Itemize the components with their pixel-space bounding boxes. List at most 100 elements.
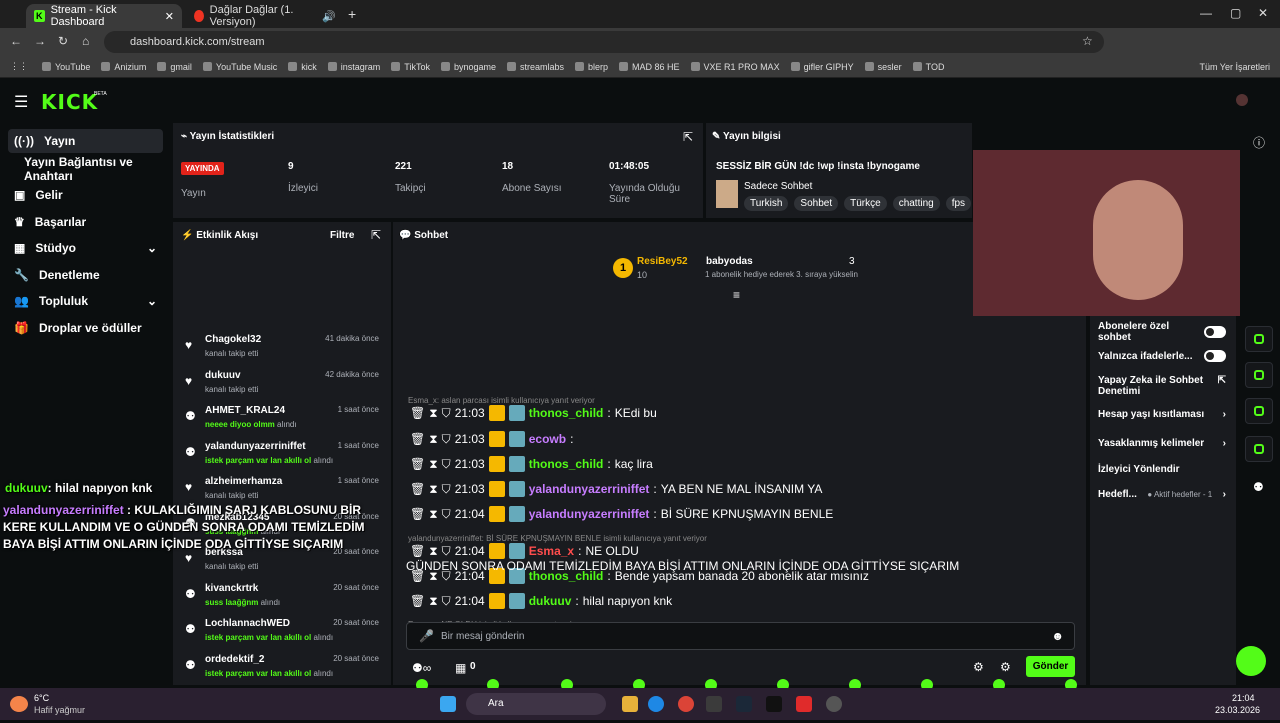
url-field[interactable]: dashboard.kick.com/stream [104, 31, 1104, 53]
app-icon[interactable] [706, 696, 722, 712]
timeout-icon[interactable]: ⧗ [429, 482, 437, 497]
viewer-redirect[interactable]: İzleyici Yönlendir [1098, 464, 1226, 475]
bookmark-item[interactable]: instagram [327, 62, 380, 72]
bookmark-item[interactable]: YouTube [42, 62, 90, 72]
bookmark-item[interactable]: streamlabs [507, 62, 564, 72]
delete-icon[interactable]: 🗑 [410, 482, 425, 496]
delete-icon[interactable]: 🗑 [410, 406, 425, 420]
ai-moderation[interactable]: Yapay Zeka ile Sohbet Denetimi ⇱ [1098, 375, 1226, 397]
broadcast-view-button[interactable] [1245, 362, 1273, 388]
start-icon[interactable] [440, 696, 456, 712]
close-icon[interactable]: ✕ [165, 10, 174, 23]
chat-username[interactable]: yalandunyazerriniffet [529, 507, 650, 521]
goals-item[interactable]: Hedefl... ● Aktif hedefler - 1 › [1098, 489, 1226, 500]
tag[interactable]: fps [945, 196, 972, 211]
sub-only-toggle[interactable]: Abonelere özel sohbet [1098, 321, 1226, 343]
shield-icon[interactable]: ⛉ [442, 507, 451, 522]
tab-kick-dashboard[interactable]: K Stream - Kick Dashboard ✕ [26, 4, 182, 28]
toggle[interactable] [1204, 326, 1226, 338]
shield-icon[interactable]: ⛉ [442, 406, 451, 421]
timeout-icon[interactable]: ⧗ [429, 507, 437, 522]
shield-icon[interactable]: ⛉ [442, 594, 451, 609]
sidebar-item-studyo[interactable]: ▦ Stüdyo ⌄ [8, 236, 163, 260]
back-icon[interactable]: ← [10, 34, 22, 48]
apps-icon[interactable]: ⋮⋮ [10, 61, 28, 72]
account-age[interactable]: Hesap yaşı kısıtlaması › [1098, 409, 1226, 420]
tag[interactable]: chatting [892, 196, 940, 211]
delete-icon[interactable]: 🗑 [410, 594, 425, 608]
chat-username[interactable]: thonos_child [529, 457, 604, 471]
emoji-icon[interactable]: ☻ [1051, 629, 1064, 643]
timeout-icon[interactable]: ⧗ [429, 457, 437, 472]
bookmark-item[interactable]: blerp [575, 62, 608, 72]
star-icon[interactable]: ☆ [1082, 34, 1093, 48]
window-close-icon[interactable]: ✕ [1258, 6, 1268, 20]
bookmark-item[interactable]: Anizium [101, 62, 146, 72]
tag[interactable]: Sohbet [794, 196, 839, 211]
tab-youtube-music[interactable]: Dağlar Dağlar (1. Versiyon) 🔊 [186, 4, 344, 28]
chat-username[interactable]: dukuuv [529, 594, 572, 608]
new-tab-icon[interactable]: + [348, 6, 356, 22]
home-icon[interactable]: ⌂ [82, 34, 89, 48]
shield-icon[interactable]: ⛉ [442, 457, 451, 472]
bookmark-item[interactable]: bynogame [440, 62, 496, 72]
info-icon[interactable]: ⓘ [1253, 134, 1265, 151]
obs-icon[interactable] [826, 696, 842, 712]
explorer-icon[interactable] [622, 696, 638, 712]
expand-icon[interactable]: ≡ [733, 288, 740, 302]
bookmark-item[interactable]: VXE R1 PRO MAX [690, 62, 780, 72]
popout-icon[interactable]: ⇱ [683, 130, 693, 144]
all-bookmarks[interactable]: Tüm Yer İşaretleri [1199, 62, 1270, 72]
search-box[interactable]: Ara [466, 693, 606, 715]
banned-words[interactable]: Yasaklanmış kelimeler › [1098, 438, 1226, 449]
bookmark-item[interactable]: TOD [912, 62, 944, 72]
more-icon[interactable]: ⚉ [1253, 480, 1264, 494]
maximize-icon[interactable]: ▢ [1230, 6, 1241, 20]
sidebar-item-droplar[interactable]: 🎁 Droplar ve ödüller [8, 316, 163, 340]
menu-icon[interactable]: ☰ [14, 92, 28, 112]
toggle[interactable] [1204, 350, 1226, 362]
bookmark-item[interactable]: MAD 86 HE [619, 62, 680, 72]
help-button[interactable] [1236, 646, 1266, 676]
timeout-icon[interactable]: ⧗ [429, 544, 437, 559]
sidebar-item-denetleme[interactable]: 🔧 Denetleme [8, 263, 163, 287]
shield-icon[interactable]: ⛉ [442, 544, 451, 559]
steam-icon[interactable] [736, 696, 752, 712]
sidebar-item-topluluk[interactable]: 👥 Topluluk ⌄ [8, 289, 163, 313]
sidebar-item-stream-key[interactable]: Yayın Bağlantısı ve Anahtarı [8, 155, 163, 183]
tools-button[interactable] [1245, 436, 1273, 462]
chat-username[interactable]: yalandunyazerriniffet [529, 482, 650, 496]
send-button[interactable]: Gönder [1026, 656, 1075, 677]
minimize-icon[interactable]: — [1200, 6, 1212, 20]
timeout-icon[interactable]: ⧗ [429, 594, 437, 609]
sidebar-item-gelir[interactable]: ▣ Gelir [8, 183, 163, 207]
layout-button[interactable] [1245, 398, 1273, 424]
edge-icon[interactable] [648, 696, 664, 712]
sidebar-item-basarilar[interactable]: ♛ Başarılar [8, 210, 163, 234]
bookmark-item[interactable]: gifler GIPHY [790, 62, 854, 72]
shield-icon[interactable]: ⛉ [442, 432, 451, 447]
store-icon[interactable]: ▦ [455, 661, 466, 675]
bookmark-item[interactable]: sesler [864, 62, 902, 72]
delete-icon[interactable]: 🗑 [410, 544, 425, 558]
settings-icon[interactable]: ⚙ [973, 660, 984, 674]
epic-icon[interactable] [766, 696, 782, 712]
timeout-icon[interactable]: ⧗ [429, 432, 437, 447]
chat-input[interactable]: 🎤 Bir mesaj gönderin ☻ [406, 622, 1075, 650]
channel-points-icon[interactable]: ⚉∞ [412, 661, 431, 675]
chat-username[interactable]: ecowb [529, 432, 566, 446]
bookmark-item[interactable]: gmail [157, 62, 192, 72]
bookmark-item[interactable]: YouTube Music [202, 62, 277, 72]
sidebar-item-yayin[interactable]: ((·)) Yayın [8, 129, 163, 153]
bookmark-item[interactable]: kick [288, 62, 317, 72]
forward-icon[interactable]: → [34, 34, 46, 48]
tag[interactable]: Turkish [744, 196, 789, 211]
delete-icon[interactable]: 🗑 [410, 457, 425, 471]
tag[interactable]: Türkçe [844, 196, 887, 211]
app-icon[interactable] [796, 696, 812, 712]
mic-icon[interactable]: 🎤 [419, 629, 434, 643]
mod-icon[interactable]: ⚙ [1000, 660, 1011, 674]
bookmark-item[interactable]: TikTok [391, 62, 430, 72]
delete-icon[interactable]: 🗑 [410, 432, 425, 446]
chrome-icon[interactable] [678, 696, 694, 712]
